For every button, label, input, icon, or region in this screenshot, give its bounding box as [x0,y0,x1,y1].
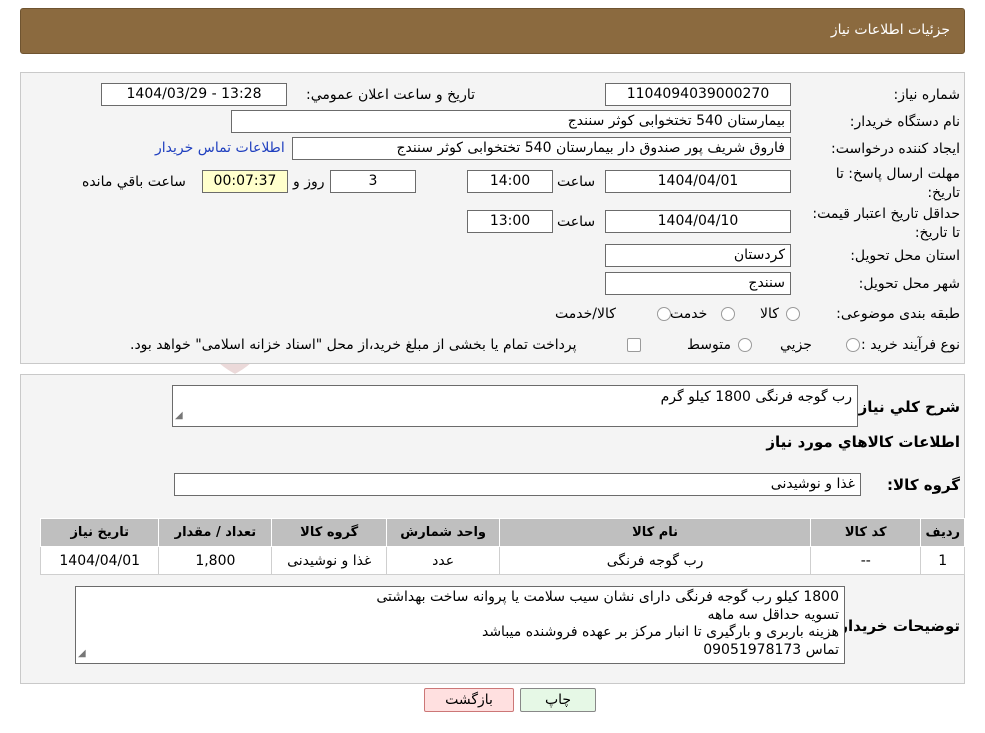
cell-code: -- [810,546,922,575]
cell-qty: 1,800 [158,546,273,575]
col-name-header: نام کالا [499,518,812,547]
category-goods-service-label: کالا/خدمت [555,306,616,322]
items-table-wrapper: ردیف کد کالا نام کالا واحد شمارش گروه کا… [39,518,965,575]
reply-deadline-label: مهلت ارسال پاسخ: تا تاریخ: [835,166,960,201]
category-goods-label: کالا [760,306,779,322]
category-service-radio[interactable] [721,307,735,321]
buyer-notes-label: توضیحات خریدار: [833,617,960,635]
remaining-time-field: 00:07:37 [202,170,288,193]
back-button[interactable]: بازگشت [424,688,514,712]
reply-days-field[interactable]: 3 [330,170,416,193]
category-label: طبقه بندی موضوعی: [836,306,960,322]
col-group-header: گروه کالا [271,518,388,547]
buyer-notes-line: تسویه حداقل سه ماهه [707,606,839,623]
cell-unit: عدد [386,546,501,575]
process-medium-radio[interactable] [738,338,752,352]
col-row-header: ردیف [920,518,965,547]
resize-grip-icon[interactable]: ◢ [175,407,183,425]
announce-datetime-label: تاریخ و ساعت اعلان عمومي: [306,87,475,103]
requester-field[interactable]: فاروق شریف پور صندوق دار بیمارستان 540 ت… [292,137,791,160]
announce-datetime-field[interactable]: 1404/03/29 - 13:28 [101,83,287,106]
buyer-notes-line: هزینه باربری و بارگیری تا انبار مرکز بر … [481,624,839,640]
treasury-docs-checkbox[interactable] [627,338,641,352]
delivery-city-field[interactable]: سنندج [605,272,791,295]
buyer-notes-line: تماس 09051978173 [703,641,839,658]
category-goods-service-radio[interactable] [657,307,671,321]
page-header: جزئیات اطلاعات نیاز [20,8,965,54]
buyer-notes-line: 1800 کیلو رب گوجه فرنگی دارای نشان سیب س… [376,589,839,605]
cell-row: 1 [920,546,965,575]
print-button[interactable]: چاپ [520,688,596,712]
resize-grip-icon[interactable]: ◢ [78,645,86,663]
goods-group-label: گروه کالا: [887,476,960,494]
reply-deadline-date-field[interactable]: 1404/04/01 [605,170,791,193]
need-number-field[interactable]: 1104094039000270 [605,83,791,106]
category-goods-radio[interactable] [786,307,800,321]
items-table-header: ردیف کد کالا نام کالا واحد شمارش گروه کا… [39,518,965,547]
price-validity-time-label: ساعت [557,214,596,230]
price-validity-label: حداقل تاریخ اعتبار قیمت: تا تاریخ: [812,206,960,241]
page-title: جزئیات اطلاعات نیاز [830,22,950,38]
process-medium-label: متوسط [687,337,731,353]
treasury-docs-note: پرداخت تمام یا بخشی از مبلغ خرید،از محل … [130,337,577,353]
remaining-time-label: ساعت باقي مانده [82,174,186,190]
reply-deadline-time-label: ساعت [557,174,596,190]
process-minor-label: جزیي [780,337,812,353]
goods-section-title: اطلاعات کالاهاي مورد نیاز [766,433,960,451]
price-validity-date-field[interactable]: 1404/04/10 [605,210,791,233]
delivery-province-field[interactable]: کردستان [605,244,791,267]
process-type-label: نوع فرآیند خرید : [861,337,960,353]
description-textarea[interactable]: رب گوجه فرنگی 1800 کیلو گرم ◢ [172,385,858,427]
reply-days-label: روز و [293,174,325,190]
delivery-city-label: شهر محل تحویل: [858,276,960,292]
table-row[interactable]: 1 -- رب گوجه فرنگی عدد غذا و نوشیدنی 1,8… [39,546,965,575]
col-date-header: تاریخ نیاز [39,518,160,547]
col-unit-header: واحد شمارش [386,518,501,547]
requester-label: ایجاد کننده درخواست: [831,141,960,157]
delivery-province-label: استان محل تحویل: [850,248,960,264]
buyer-notes-textarea[interactable]: 1800 کیلو رب گوجه فرنگی دارای نشان سیب س… [75,586,845,664]
description-text: رب گوجه فرنگی 1800 کیلو گرم [660,389,852,405]
price-validity-time-field[interactable]: 13:00 [467,210,553,233]
need-number-label: شماره نیاز: [893,87,961,103]
cell-name: رب گوجه فرنگی [499,546,812,575]
category-service-label: خدمت [670,306,708,322]
col-code-header: کد کالا [810,518,922,547]
col-qty-header: تعداد / مقدار [158,518,273,547]
buyer-contact-link[interactable]: اطلاعات تماس خریدار [155,140,285,156]
items-table: ردیف کد کالا نام کالا واحد شمارش گروه کا… [39,518,965,575]
buyer-org-field[interactable]: بیمارستان 540 تختخوابی کوثر سنندج [231,110,791,133]
buyer-org-label: نام دستگاه خریدار: [849,114,960,130]
cell-date: 1404/04/01 [39,546,160,575]
reply-deadline-time-field[interactable]: 14:00 [467,170,553,193]
process-minor-radio[interactable] [846,338,860,352]
goods-group-field[interactable]: غذا و نوشیدنی [174,473,861,496]
description-label: شرح کلي نیاز: [852,398,960,416]
cell-group: غذا و نوشیدنی [271,546,388,575]
